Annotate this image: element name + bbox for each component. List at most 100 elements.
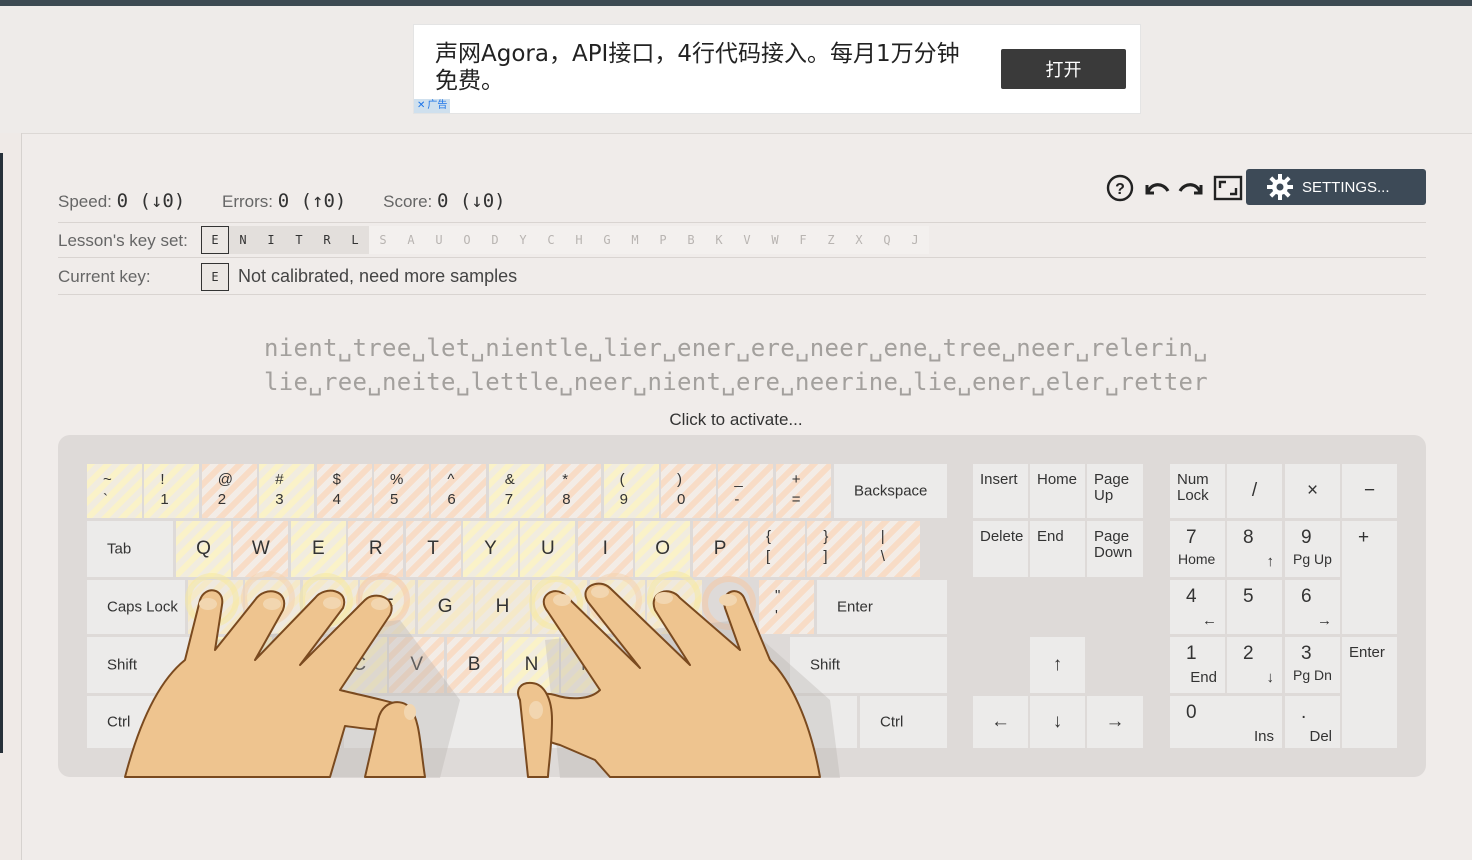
key-shift-right[interactable]: Shift <box>790 637 947 693</box>
keyset-key-active[interactable]: R <box>313 226 341 254</box>
keyset-key-inactive[interactable]: Q <box>873 226 901 254</box>
key-letter-u[interactable]: U <box>520 521 576 577</box>
key-number-9[interactable]: (9 <box>603 464 659 518</box>
key-letter-d[interactable]: D <box>302 580 358 634</box>
keyset-key-active[interactable]: I <box>257 226 285 254</box>
key-backspace[interactable]: Backspace <box>834 464 947 518</box>
keyset-key-inactive[interactable]: D <box>481 226 509 254</box>
keyset-key-inactive[interactable]: Z <box>817 226 845 254</box>
key-num-4[interactable]: 4 ← <box>1170 580 1225 634</box>
keyset-key-inactive[interactable]: C <box>537 226 565 254</box>
key-num-minus[interactable]: − <box>1342 464 1397 518</box>
key-page-up[interactable]: Page Up <box>1087 464 1143 518</box>
keyset-key-active[interactable]: N <box>229 226 257 254</box>
key-number-2[interactable]: @2 <box>201 464 257 518</box>
key-letter-r[interactable]: R <box>348 521 404 577</box>
key-letter-o[interactable]: O <box>635 521 691 577</box>
key-num-5[interactable]: 5 <box>1227 580 1282 634</box>
key-caps-lock[interactable]: Caps Lock <box>87 580 185 634</box>
key-end[interactable]: End <box>1030 521 1085 577</box>
key-enter[interactable]: Enter <box>817 580 947 634</box>
keyset-key-inactive[interactable]: P <box>649 226 677 254</box>
key-num-multiply[interactable]: × <box>1285 464 1340 518</box>
key-num-2[interactable]: 2 ↓ <box>1227 637 1282 693</box>
key-num-9[interactable]: 9 Pg Up <box>1285 521 1340 577</box>
key-letter-e[interactable]: E <box>290 521 346 577</box>
key-letter-l[interactable]: L <box>647 580 703 634</box>
keyset-key-active[interactable]: T <box>285 226 313 254</box>
fullscreen-icon[interactable] <box>1213 173 1243 203</box>
key-num-divide[interactable]: / <box>1227 464 1282 518</box>
key-letter-j[interactable]: J <box>532 580 588 634</box>
key-number-0[interactable]: ~ ` <box>87 464 142 518</box>
key-letter-p[interactable]: P <box>692 521 748 577</box>
key-bracket-2[interactable]: | \ <box>864 521 920 577</box>
key-number-6[interactable]: ^ 6 <box>431 464 487 518</box>
keyset-key-inactive[interactable]: G <box>593 226 621 254</box>
key-number-5[interactable]: % 5 <box>374 464 429 518</box>
key-letter-m[interactable]: M <box>561 637 617 693</box>
key-alt-left[interactable] <box>253 696 341 748</box>
keyset-key-inactive[interactable]: A <box>397 226 425 254</box>
key-letter-k[interactable]: K <box>589 580 645 634</box>
key-shift-left[interactable]: Shift <box>87 637 215 693</box>
key-win-left[interactable] <box>175 696 250 748</box>
redo-icon[interactable] <box>1177 173 1207 203</box>
keyset-key-inactive[interactable]: W <box>761 226 789 254</box>
key-letter-z[interactable]: Z <box>217 637 272 693</box>
keyset-key-inactive[interactable]: V <box>733 226 761 254</box>
key-letter-q[interactable]: Q <box>176 521 231 577</box>
ad-text[interactable]: 声网Agora，API接口，4行代码接入。每月1万分钟免费。 <box>435 41 975 95</box>
key-letter-s[interactable]: S <box>245 580 301 634</box>
key-page-down[interactable]: Page Down <box>1087 521 1143 577</box>
key-num-lock[interactable]: Num Lock <box>1170 464 1225 518</box>
key-letter-c[interactable]: C <box>331 637 387 693</box>
key-bracket-1[interactable]: }] <box>807 521 863 577</box>
key-delete[interactable]: Delete <box>973 521 1028 577</box>
keyset-key-inactive[interactable]: Y <box>509 226 537 254</box>
key-bracket-0[interactable]: {[ <box>750 521 805 577</box>
settings-button[interactable]: SETTINGS... <box>1246 169 1426 205</box>
key-letter-x[interactable]: X <box>274 637 330 693</box>
key-num-3[interactable]: 3 Pg Dn <box>1285 637 1340 693</box>
click-to-activate[interactable]: Click to activate... <box>0 410 1472 430</box>
key-number-11[interactable]: _ - <box>718 464 774 518</box>
undo-icon[interactable] <box>1141 173 1171 203</box>
key-number-7[interactable]: & 7 <box>488 464 544 518</box>
key-num-0[interactable]: 0 Ins <box>1170 696 1282 748</box>
key-letter-v[interactable]: V <box>389 637 445 693</box>
key-home[interactable]: Home <box>1030 464 1085 518</box>
keyset-key-inactive[interactable]: F <box>789 226 817 254</box>
key-ctrl-left[interactable]: Ctrl <box>87 696 172 748</box>
key-number-4[interactable]: $4 <box>316 464 372 518</box>
key-arrow-right[interactable]: → <box>1087 696 1143 748</box>
keyset-key-active[interactable]: L <box>341 226 369 254</box>
key-number-12[interactable]: + = <box>775 464 831 518</box>
key-arrow-down[interactable]: ↓ <box>1030 696 1085 748</box>
key-letter-i[interactable]: I <box>577 521 633 577</box>
key-num-1[interactable]: 1 End <box>1170 637 1225 693</box>
key-num-6[interactable]: 6 → <box>1285 580 1340 634</box>
key-quote[interactable]: " ' <box>759 580 814 634</box>
ad-close-icon[interactable]: ✕ <box>417 100 425 111</box>
key-num-enter[interactable]: Enter <box>1342 637 1397 748</box>
key-space[interactable] <box>344 696 714 748</box>
advertisement[interactable]: 声网Agora，API接口，4行代码接入。每月1万分钟免费。 打开 ✕ 广告 <box>413 24 1141 114</box>
key-letter-f[interactable]: F <box>360 580 416 634</box>
lesson-text-line-1[interactable]: nient␣tree␣let␣nientle␣lier␣ener␣ere␣nee… <box>0 334 1472 362</box>
key-letter-y[interactable]: Y <box>463 521 518 577</box>
key-arrow-left[interactable]: ← <box>973 696 1028 748</box>
key-num-7[interactable]: 7 Home <box>1170 521 1225 577</box>
key-letter-h[interactable]: H <box>475 580 530 634</box>
key-tab[interactable]: Tab <box>87 521 173 577</box>
key-num-8[interactable]: 8 ↑ <box>1227 521 1282 577</box>
ad-badge[interactable]: ✕ 广告 <box>414 99 451 113</box>
key-number-10[interactable]: ) 0 <box>661 464 716 518</box>
key-number-1[interactable]: ! 1 <box>144 464 200 518</box>
help-icon[interactable]: ? <box>1105 173 1135 203</box>
keyset-key-inactive[interactable]: H <box>565 226 593 254</box>
lesson-text-line-2[interactable]: lie␣ree␣neite␣lettle␣neer␣nient␣ere␣neer… <box>0 368 1472 396</box>
keyset-key-inactive[interactable]: K <box>705 226 733 254</box>
key-alt-right[interactable]: Alt <box>717 696 857 748</box>
key-number-8[interactable]: * 8 <box>546 464 602 518</box>
